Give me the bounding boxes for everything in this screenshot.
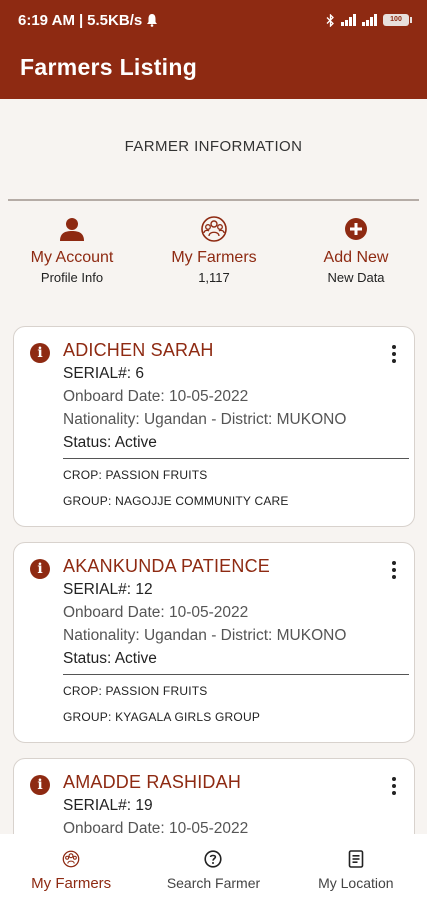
nav-my-farmers-label: My Farmers <box>31 875 112 892</box>
card-divider <box>63 458 409 459</box>
receipt-icon <box>348 850 364 868</box>
farmer-serial: SERIAL#: 19 <box>63 797 153 814</box>
my-account-sub: Profile Info <box>40 270 104 285</box>
info-icon: i <box>30 775 50 795</box>
farmer-onboard-date: Onboard Date: 10-05-2022 <box>63 388 249 405</box>
page-title: Farmers Listing <box>20 54 198 80</box>
signal-icon-2 <box>362 14 377 26</box>
info-icon: i <box>30 559 50 579</box>
farmer-serial: SERIAL#: 6 <box>63 365 144 382</box>
more-options-icon[interactable] <box>388 345 400 363</box>
farmer-name: AKANKUNDA PATIENCE <box>63 556 270 576</box>
person-icon <box>60 218 84 241</box>
more-options-icon[interactable] <box>388 777 400 795</box>
my-farmers-label: My Farmers <box>171 249 257 266</box>
bluetooth-icon <box>326 13 334 27</box>
my-account-button[interactable]: My Account Profile Info <box>2 214 142 285</box>
nav-search-farmer-label: Search Farmer <box>166 875 261 891</box>
farmer-group: GROUP: NAGOJJE COMMUNITY CARE <box>63 494 289 508</box>
add-new-label: Add New <box>323 249 389 266</box>
farmer-name: ADICHEN SARAH <box>63 340 214 360</box>
farmer-card[interactable]: i ADICHEN SARAH SERIAL#: 6 Onboard Date:… <box>13 326 415 527</box>
farmer-nationality: Nationality: Ugandan - District: MUKONO <box>63 411 347 428</box>
app-bar: 6:19 AM | 5.5KB/s 100 Farmers Listing <box>0 0 427 99</box>
more-options-icon[interactable] <box>388 561 400 579</box>
signal-icon <box>341 14 356 26</box>
my-farmers-button[interactable]: My Farmers 1,117 <box>144 214 284 285</box>
nav-my-location[interactable]: My Location <box>285 834 427 900</box>
farmer-nationality: Nationality: Ugandan - District: MUKONO <box>63 627 347 644</box>
battery-icon: 100 <box>383 14 412 26</box>
farmer-crop: CROP: PASSION FRUITS <box>63 684 208 698</box>
divider <box>8 199 419 201</box>
status-speed: 5.5KB/s <box>87 11 143 29</box>
farmer-card[interactable]: i AKANKUNDA PATIENCE SERIAL#: 12 Onboard… <box>13 542 415 743</box>
farmer-crop: CROP: PASSION FRUITS <box>63 468 208 482</box>
battery-level: 100 <box>390 16 402 23</box>
farmer-onboard-date: Onboard Date: 10-05-2022 <box>63 604 249 621</box>
nav-my-location-label: My Location <box>318 875 394 891</box>
add-new-sub: New Data <box>327 270 385 285</box>
add-new-button[interactable]: Add New New Data <box>286 214 426 285</box>
nav-search-farmer[interactable]: Search Farmer <box>142 834 284 900</box>
farmer-name: AMADDE RASHIDAH <box>63 772 242 792</box>
info-icon: i <box>30 343 50 363</box>
farmers-count: 1,117 <box>198 270 230 285</box>
card-divider <box>63 674 409 675</box>
bottom-nav: My Farmers Search Farmer My Location <box>0 834 427 900</box>
nav-my-farmers[interactable]: My Farmers <box>0 834 142 900</box>
farmer-status: Status: Active <box>63 650 157 667</box>
farmer-status: Status: Active <box>63 434 157 451</box>
status-time: 6:19 AM <box>18 11 75 29</box>
my-account-label: My Account <box>30 249 114 266</box>
status-bar: 6:19 AM | 5.5KB/s 100 <box>0 0 427 40</box>
notification-bell-icon <box>147 14 158 27</box>
group-icon <box>201 216 227 242</box>
section-title: FARMER INFORMATION <box>124 138 303 155</box>
farmer-group: GROUP: KYAGALA GIRLS GROUP <box>63 710 261 724</box>
add-circle-icon <box>345 218 367 240</box>
help-circle-icon <box>204 850 223 868</box>
farmer-serial: SERIAL#: 12 <box>63 581 153 598</box>
group-icon <box>62 850 80 868</box>
